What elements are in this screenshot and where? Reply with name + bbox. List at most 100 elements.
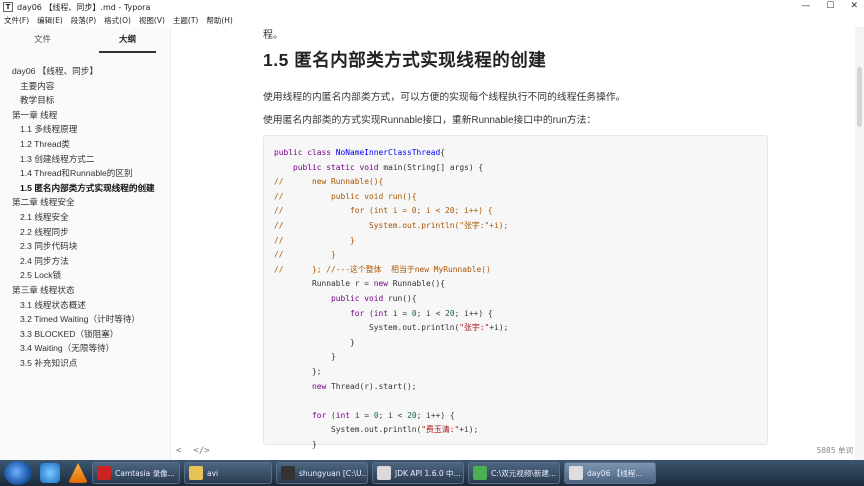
code-token: // } <box>274 250 336 260</box>
close-button[interactable]: ✕ <box>850 1 858 11</box>
taskbar-button[interactable]: JDK API 1.6.0 中... <box>372 462 464 484</box>
menu-edit[interactable]: 编辑(E) <box>37 15 63 26</box>
menu-format[interactable]: 格式(O) <box>104 15 131 26</box>
outline-item[interactable]: 3.1 线程状态概述 <box>0 298 170 313</box>
code-token: // }; //---这个整体 相当于new MyRunnable() <box>274 264 491 274</box>
maximize-button[interactable]: ☐ <box>826 1 834 11</box>
outline-item[interactable]: 主要内容 <box>0 79 170 94</box>
code-token: public <box>274 148 308 157</box>
editor-scrollbar[interactable] <box>855 27 864 460</box>
code-token: // public void run(){ <box>274 191 417 201</box>
code-block[interactable]: public class NoNameInnerClassThread{ pub… <box>263 135 768 449</box>
outline-item[interactable]: 3.3 BLOCKED（锁阻塞） <box>0 327 170 342</box>
code-token: public <box>293 162 327 172</box>
taskbar-button[interactable]: Camtasia 录像... <box>92 462 180 484</box>
menu-theme[interactable]: 主题(T) <box>173 15 198 26</box>
outline-item[interactable]: 1.4 Thread和Runnable的区别 <box>0 166 170 181</box>
code-token: int <box>335 410 355 420</box>
minimize-button[interactable]: — <box>801 1 810 11</box>
code-line: }; <box>274 365 767 380</box>
taskbar-button-label: C:\双元视频\新建... <box>491 468 556 478</box>
code-token: // new Runnable(){ <box>274 177 384 187</box>
internet-explorer-icon[interactable] <box>40 463 60 483</box>
code-line: // for (int i = 0; i < 20; i++) { <box>274 204 767 219</box>
code-token: class <box>307 148 336 157</box>
taskbar-app-icon <box>189 466 203 480</box>
title-bar: T day06 【线程、同步】.md - Typora — ☐ ✕ <box>0 0 864 14</box>
start-button[interactable] <box>4 461 32 485</box>
outline-item[interactable]: 2.1 线程安全 <box>0 210 170 225</box>
code-line: } <box>274 336 767 351</box>
taskbar-button-label: shungyuan [C:\U... <box>299 468 368 478</box>
taskbar-button-label: JDK API 1.6.0 中... <box>395 468 461 478</box>
toggle-sidebar-button[interactable]: < <box>176 446 181 456</box>
code-token: static <box>326 162 360 172</box>
code-line: public class NoNameInnerClassThread{ <box>274 146 767 161</box>
taskbar-app-icon <box>569 466 583 480</box>
outline-item[interactable]: 3.5 补充知识点 <box>0 356 170 371</box>
code-line: // new Runnable(){ <box>274 175 767 190</box>
sidebar: 文件 大纲 day06 【线程、同步】 主要内容 教学目标 第一章 线程 1.1 多线程… <box>0 27 171 460</box>
taskbar-button[interactable]: day06 【线程... <box>564 462 656 484</box>
tab-outline[interactable]: 大纲 <box>85 27 170 54</box>
windows-taskbar: Camtasia 录像... avi shungyuan [C:\U... JDK A… <box>0 460 864 486</box>
code-line: // }; //---这个整体 相当于new MyRunnable() <box>274 263 767 278</box>
outline-item[interactable]: 1.3 创建线程方式二 <box>0 152 170 167</box>
outline-item[interactable]: 教学目标 <box>0 93 170 108</box>
outline-item[interactable]: 1.1 多线程原理 <box>0 122 170 137</box>
tab-files[interactable]: 文件 <box>0 27 85 54</box>
code-line: Runnable r = new Runnable(){ <box>274 277 767 292</box>
outline-item[interactable]: 第二章 线程安全 <box>0 195 170 210</box>
code-token: public <box>331 293 365 303</box>
outline-item[interactable]: 2.4 同步方法 <box>0 254 170 269</box>
editor-content[interactable]: 程。 1.5 匿名内部类方式实现线程的创建 使用线程的内匿名内部类方式，可以方便… <box>172 27 855 460</box>
code-line: public static void main(String[] args) { <box>274 161 767 176</box>
code-line: public void run(){ <box>274 292 767 307</box>
code-token: "费玉清:" <box>421 425 460 435</box>
outline-item[interactable]: 2.3 同步代码块 <box>0 239 170 254</box>
vlc-icon[interactable] <box>68 463 88 483</box>
outline-list: day06 【线程、同步】 主要内容 教学目标 第一章 线程 1.1 多线程原理 1.2 … <box>0 54 170 370</box>
outline-item[interactable]: 3.4 Waiting（无限等待） <box>0 341 170 356</box>
status-bar: < </> 5885 单词 <box>172 441 855 460</box>
taskbar-button[interactable]: avi <box>184 462 272 484</box>
taskbar-button[interactable]: C:\双元视频\新建... <box>468 462 560 484</box>
window-title: day06 【线程、同步】.md - Typora <box>17 2 151 12</box>
outline-item[interactable]: day06 【线程、同步】 <box>0 64 170 79</box>
outline-item[interactable]: 3.2 Timed Waiting（计时等待） <box>0 312 170 327</box>
taskbar-button[interactable]: shungyuan [C:\U... <box>276 462 368 484</box>
taskbar-app-icon <box>377 466 391 480</box>
code-token: System.out.println( <box>274 425 422 435</box>
code-token: NoNameInnerClassThread <box>335 148 441 157</box>
outline-item[interactable]: 第一章 线程 <box>0 108 170 123</box>
taskbar-app-icon <box>97 466 111 480</box>
menu-help[interactable]: 帮助(H) <box>206 15 233 26</box>
outline-item[interactable]: 1.2 Thread类 <box>0 137 170 152</box>
taskbar-app-icon <box>473 466 487 480</box>
outline-item[interactable]: 第三章 线程状态 <box>0 283 170 298</box>
code-token: 20 <box>445 308 455 318</box>
menu-file[interactable]: 文件(F) <box>4 15 29 26</box>
code-line: // public void run(){ <box>274 190 767 205</box>
taskbar-button-label: Camtasia 录像... <box>115 468 175 478</box>
code-token: for <box>350 308 370 318</box>
scrollbar-thumb[interactable] <box>857 67 862 127</box>
menu-view[interactable]: 视图(V) <box>139 15 165 26</box>
outline-item[interactable]: 2.5 Lock锁 <box>0 268 170 283</box>
previous-paragraph-tail: 程。 <box>263 30 283 41</box>
outline-item[interactable]: 1.5 匿名内部类方式实现线程的创建 <box>0 181 170 196</box>
code-token: void <box>364 293 389 303</box>
word-count[interactable]: 5885 单词 <box>817 445 853 456</box>
source-mode-button[interactable]: </> <box>193 446 209 456</box>
code-token: run(){ <box>388 293 417 303</box>
outline-item[interactable]: 2.2 线程同步 <box>0 225 170 240</box>
taskbar-button-label: avi <box>207 468 219 478</box>
menu-paragraph[interactable]: 段落(P) <box>71 15 96 26</box>
code-token: new <box>312 381 332 391</box>
code-token: i = <box>354 410 374 420</box>
code-token: // for (int i = 0; i < 20; i++) { <box>274 206 493 216</box>
